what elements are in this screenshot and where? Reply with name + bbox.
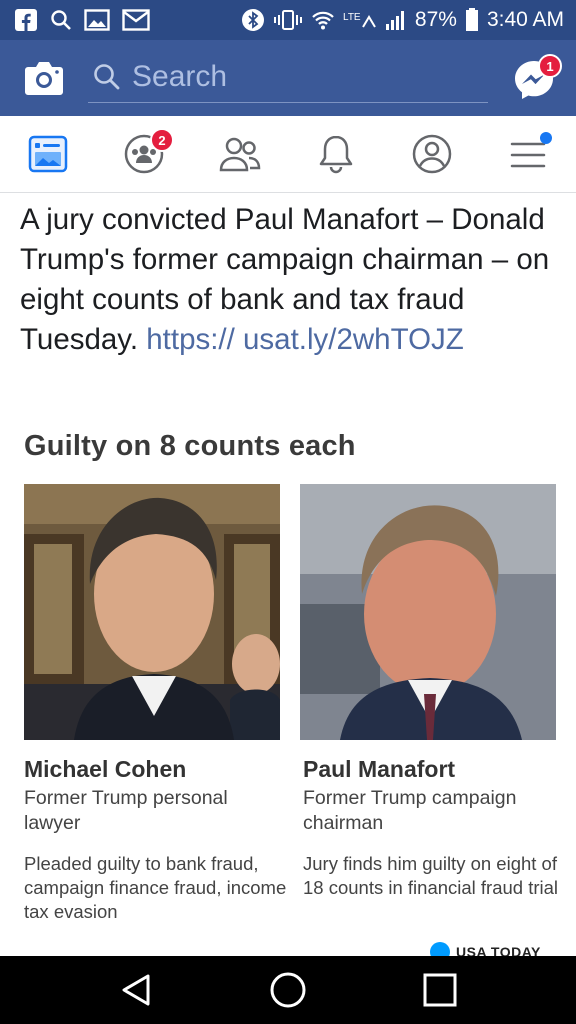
tab-profile[interactable]	[408, 130, 456, 178]
michael-cohen-photo	[24, 484, 280, 740]
news-feed-icon	[28, 135, 68, 173]
facebook-icon	[14, 8, 38, 32]
post-link[interactable]: https:// usat.ly/2whTOJZ	[146, 323, 464, 356]
bluetooth-icon	[241, 8, 265, 32]
battery-percent: 87%	[414, 8, 457, 31]
camera-button[interactable]	[24, 59, 64, 97]
profile-icon	[412, 134, 452, 174]
vibrate-icon	[273, 9, 303, 31]
groups-badge: 2	[150, 128, 174, 152]
post-text: A jury convicted Paul Manafort – Donald …	[20, 200, 560, 360]
tab-friends[interactable]	[216, 130, 264, 178]
person-role: Former Trump personal lawyer	[24, 787, 228, 834]
clock: 3:40 AM	[486, 8, 564, 31]
search-icon	[50, 9, 72, 31]
bell-icon	[319, 135, 353, 174]
tab-news-feed[interactable]	[24, 130, 72, 178]
mail-icon	[122, 9, 150, 31]
app-header	[0, 40, 576, 116]
gallery-icon	[84, 9, 110, 31]
tab-bar: 2	[0, 116, 576, 193]
battery-icon	[465, 8, 479, 32]
person-role: Former Trump campaign chairman	[303, 787, 517, 834]
home-icon	[270, 972, 306, 1008]
search-icon	[94, 64, 120, 90]
android-nav-bar	[0, 956, 576, 1024]
tab-notifications[interactable]	[312, 130, 360, 178]
status-bar: LTE 87% 3:40 AM	[0, 0, 576, 40]
messenger-badge: 1	[538, 54, 562, 78]
lte-icon: LTE	[343, 9, 377, 31]
person-name: Paul Manafort	[303, 756, 456, 782]
person-name: Michael Cohen	[24, 756, 187, 782]
menu-notification-dot	[540, 132, 552, 144]
recents-icon	[423, 973, 457, 1007]
graphic-title: Guilty on 8 counts each	[24, 430, 356, 462]
recents-button[interactable]	[420, 970, 460, 1010]
signal-icon	[385, 9, 407, 31]
paul-manafort-photo	[300, 484, 556, 740]
search-bar[interactable]	[88, 52, 488, 103]
wifi-icon	[311, 9, 335, 31]
friends-icon	[219, 137, 261, 172]
person-note: Jury finds him guilty on eight of 18 cou…	[303, 853, 559, 898]
back-icon	[122, 974, 150, 1006]
search-input[interactable]	[130, 59, 474, 95]
svg-text:LTE: LTE	[343, 12, 361, 23]
back-button[interactable]	[116, 970, 156, 1010]
camera-icon	[25, 62, 63, 95]
home-button[interactable]	[268, 970, 308, 1010]
person-note: Pleaded guilty to bank fraud, campaign f…	[24, 853, 287, 922]
